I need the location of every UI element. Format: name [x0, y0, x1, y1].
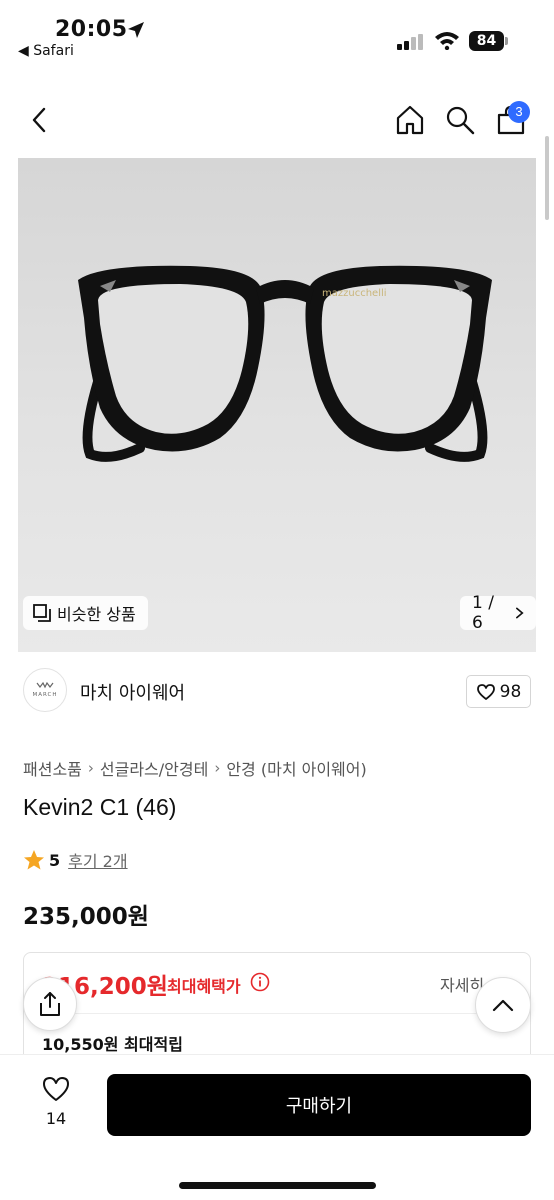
product-title: Kevin2 C1 (46) — [23, 794, 177, 820]
chevron-left-icon — [32, 107, 46, 133]
eyeglasses-product-image: mazzucchelli — [78, 265, 492, 462]
chevron-right-icon — [515, 607, 524, 619]
heart-icon — [476, 683, 495, 700]
back-button[interactable] — [18, 92, 62, 148]
similar-products-label: 비슷한 상품 — [57, 605, 136, 624]
image-pager[interactable]: 1 / 6 — [460, 593, 536, 633]
home-indicator[interactable] — [179, 1182, 376, 1189]
status-time: 20:05 — [55, 17, 128, 42]
breadcrumb: 패션소품 › 선글라스/안경테 › 안경 (마치 아이웨어) — [23, 756, 367, 780]
info-circle-icon[interactable] — [250, 972, 270, 992]
breadcrumb-item[interactable]: 안경 (마치 아이웨어) — [226, 756, 366, 780]
home-icon — [396, 105, 424, 135]
shop-logo-text: MARCH — [32, 692, 57, 698]
star-icon — [24, 850, 44, 870]
top-navigation — [0, 92, 554, 148]
status-bar: 20:05 ◀ Safari 84 — [0, 0, 554, 72]
chevron-up-icon — [492, 999, 514, 1012]
stacked-squares-icon — [33, 604, 51, 622]
heart-icon — [43, 1077, 69, 1101]
product-price: 235,000원 — [23, 904, 149, 930]
shop-logo[interactable]: MARCH — [23, 668, 67, 712]
search-button[interactable] — [438, 92, 482, 148]
scroll-to-top-button[interactable] — [475, 977, 531, 1033]
wishlist-count: 14 — [45, 1109, 67, 1128]
breadcrumb-separator-icon: › — [87, 759, 94, 777]
shop-row: MARCH 마치 아이웨어 98 — [0, 667, 554, 717]
back-to-safari-link[interactable]: ◀ Safari — [18, 43, 74, 59]
breadcrumb-separator-icon: › — [214, 759, 221, 777]
battery-tip — [505, 37, 508, 45]
page-scrollbar[interactable] — [545, 136, 549, 220]
home-button[interactable] — [388, 92, 432, 148]
max-points: 10,550원 최대적립 — [42, 1035, 183, 1054]
search-icon — [446, 106, 475, 135]
similar-products-button[interactable]: 비슷한 상품 — [23, 596, 148, 630]
battery-level: 84 — [469, 31, 504, 51]
product-image-gallery[interactable]: mazzucchelli 비슷한 상품 1 / 6 — [18, 158, 536, 652]
benefit-divider — [42, 1013, 514, 1014]
rating-score: 5 — [49, 850, 61, 870]
share-button[interactable] — [23, 977, 77, 1031]
image-pager-label: 1 / 6 — [472, 593, 494, 633]
best-price-label: 최대혜택가 — [167, 977, 241, 996]
buy-button[interactable]: 구매하기 — [107, 1074, 531, 1136]
location-arrow-icon — [128, 22, 144, 38]
breadcrumb-item[interactable]: 선글라스/안경테 — [100, 756, 208, 780]
wishlist-button[interactable]: 14 — [26, 1075, 86, 1135]
bottom-action-bar: 14 구매하기 — [0, 1054, 554, 1200]
shop-logo-mark: MARCH — [32, 681, 57, 698]
shop-like-button[interactable]: 98 — [466, 675, 531, 708]
wifi-icon — [435, 32, 459, 50]
rating-row: 5 후기 2개 — [23, 848, 128, 872]
cart-count-badge: 3 — [508, 101, 530, 123]
shop-name[interactable]: 마치 아이웨어 — [80, 679, 185, 705]
battery-indicator: 84 — [469, 31, 509, 51]
frame-brand-imprint: mazzucchelli — [322, 288, 387, 299]
breadcrumb-item[interactable]: 패션소품 — [23, 756, 82, 780]
review-count-link[interactable]: 후기 2개 — [68, 848, 127, 872]
share-icon — [40, 992, 60, 1016]
shop-like-count: 98 — [499, 681, 522, 702]
cellular-signal-icon — [397, 34, 423, 50]
